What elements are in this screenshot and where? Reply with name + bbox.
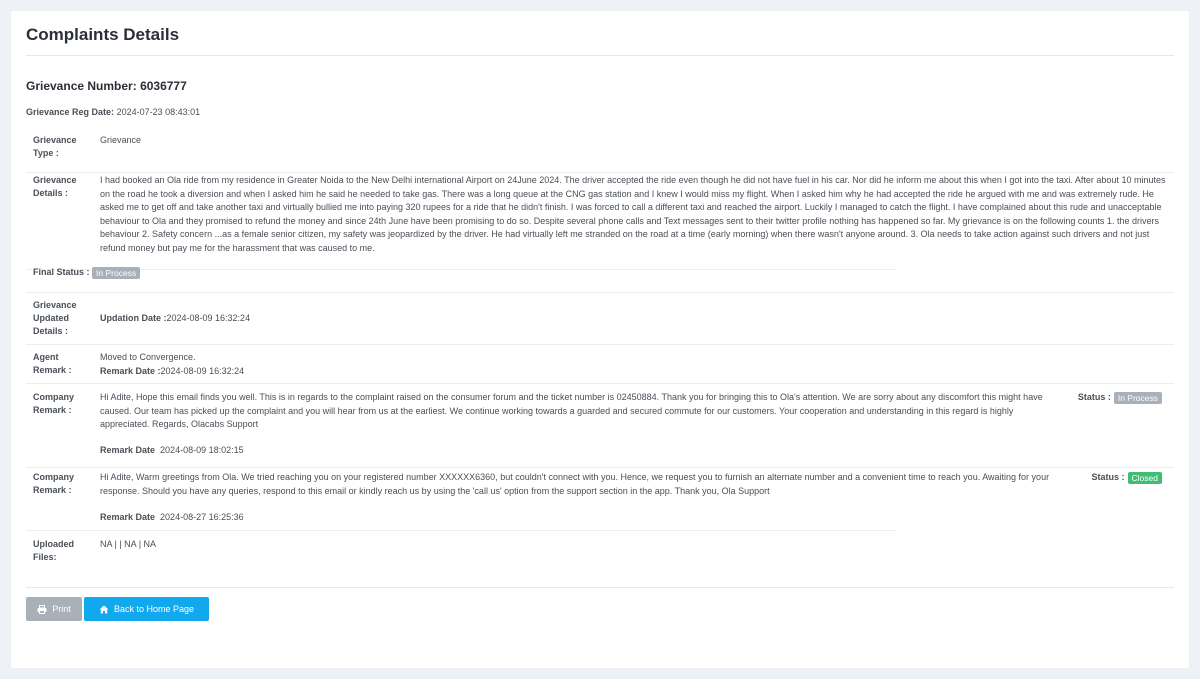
updated-details-row: Grievance Updated Details : Updation Dat…: [26, 299, 1174, 345]
company-remark-row: Company Remark : Hi Adite, Warm greeting…: [26, 470, 1174, 530]
company-remark-text: Hi Adite, Warm greetings from Ola. We tr…: [100, 472, 1050, 496]
footer-divider: [26, 587, 1174, 588]
grievance-details-label: Grievance Details :: [33, 175, 77, 198]
grievance-type-label: Grievance Type :: [33, 135, 77, 158]
grievance-number-value: 6036777: [140, 79, 187, 93]
agent-remark-value: Moved to Convergence. Remark Date :2024-…: [100, 351, 1174, 378]
grievance-type-row: Grievance Type : Grievance: [26, 134, 1174, 173]
grievance-type-value: Grievance: [100, 135, 142, 145]
final-status-label: Final Status :: [33, 267, 90, 277]
status-badge: In Process: [92, 266, 141, 279]
page-title: Complaints Details: [26, 25, 180, 44]
updation-date-value: 2024-08-09 16:32:24: [166, 313, 251, 323]
grievance-details-row: Grievance Details : I had booked an Ola …: [26, 174, 1174, 269]
grievance-details-value: I had booked an Ola ride from my residen…: [100, 175, 1166, 253]
status-badge: Closed: [1127, 471, 1162, 484]
company-remark-label: Company Remark :: [33, 392, 75, 415]
company-remark-row: Company Remark : Hi Adite, Hope this ema…: [26, 391, 1174, 468]
uploaded-files-row: Uploaded Files: NA | | NA | NA: [26, 538, 1174, 568]
agent-remark-date: Remark Date :2024-08-09 16:32:24: [100, 365, 245, 376]
reg-date-label: Grievance Reg Date:: [26, 107, 115, 117]
status-badge: In Process: [1113, 391, 1162, 404]
complaint-details-card: Complaints Details Grievance Number: 603…: [11, 11, 1189, 668]
company-remark-date: Remark Date 2024-08-27 16:25:36: [100, 512, 244, 522]
updation-date-label: Updation Date :: [100, 313, 167, 323]
grievance-number: Grievance Number: 6036777: [26, 79, 187, 93]
print-button-label: Print: [52, 604, 71, 614]
back-to-home-label: Back to Home Page: [113, 604, 195, 614]
company-remark-date: Remark Date 2024-08-09 18:02:15: [100, 445, 244, 455]
agent-remark-label: Agent Remark :: [33, 352, 72, 375]
updation-date: Updation Date :2024-08-09 16:32:24: [100, 312, 1174, 326]
back-to-home-button[interactable]: Back to Home Page: [84, 597, 209, 621]
company-remark-status: Status : In Process: [1078, 391, 1162, 404]
printer-icon: [37, 604, 47, 614]
reg-date-value: 2024-07-23 08:43:01: [116, 107, 201, 117]
agent-remark-row: Agent Remark : Moved to Convergence. Rem…: [26, 351, 1174, 384]
title-divider: [26, 55, 1174, 56]
grievance-number-label: Grievance Number:: [26, 79, 137, 93]
grievance-reg-date: Grievance Reg Date: 2024-07-23 08:43:01: [26, 107, 200, 117]
updated-details-label: Grievance Updated Details :: [33, 300, 77, 336]
uploaded-files-value: NA | | NA | NA: [100, 539, 157, 549]
company-remark-text: Hi Adite, Hope this email finds you well…: [100, 392, 1043, 429]
print-button[interactable]: Print: [26, 597, 82, 621]
company-remark-status: Status : Closed: [1092, 471, 1162, 484]
final-status-row: Final Status : In Process: [26, 263, 1174, 293]
home-icon: [99, 605, 109, 614]
agent-remark-text: Moved to Convergence.: [100, 352, 196, 362]
company-remark-label: Company Remark :: [33, 472, 75, 495]
uploaded-files-label: Uploaded Files:: [33, 539, 75, 562]
